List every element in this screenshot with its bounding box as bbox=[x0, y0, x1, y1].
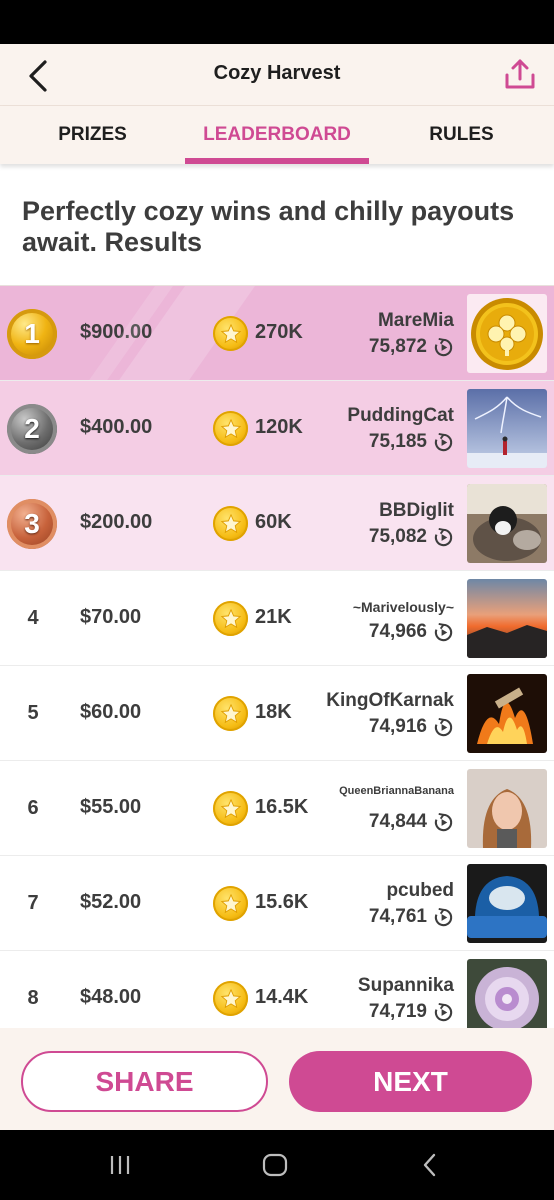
player-name: ~Marivelously~ bbox=[352, 599, 454, 615]
avatar[interactable] bbox=[467, 294, 547, 373]
coin-reward: 16.5K bbox=[255, 796, 309, 818]
gold-medal-icon: 1 bbox=[7, 309, 57, 359]
leaderboard-row[interactable]: 2 $400.00 120K PuddingCat 75,185 bbox=[0, 381, 554, 476]
player-name: PuddingCat bbox=[347, 405, 454, 426]
star-coin-icon bbox=[213, 791, 248, 826]
avatar[interactable] bbox=[467, 769, 547, 848]
coin-reward: 15.6K bbox=[255, 891, 309, 913]
active-tab-indicator bbox=[185, 158, 369, 164]
score-value: 74,719 bbox=[368, 1001, 427, 1022]
coin-reward: 120K bbox=[255, 416, 303, 438]
intro-text: Perfectly cozy wins and chilly payouts a… bbox=[22, 196, 515, 257]
system-nav-bar bbox=[0, 1130, 554, 1200]
player-name: pcubed bbox=[386, 880, 454, 901]
player-name: KingOfKarnak bbox=[326, 690, 454, 711]
score-value: 74,966 bbox=[368, 621, 427, 642]
next-button[interactable]: NEXT bbox=[289, 1051, 532, 1112]
replay-icon[interactable] bbox=[433, 337, 454, 358]
rank-number: 6 bbox=[27, 797, 39, 819]
prize-amount: $900.00 bbox=[80, 321, 153, 343]
prize-amount: $200.00 bbox=[80, 511, 153, 533]
tab-prizes[interactable]: PRIZES bbox=[0, 124, 185, 146]
player-name: Supannika bbox=[357, 975, 454, 996]
status-bar bbox=[0, 0, 554, 44]
star-coin-icon bbox=[213, 601, 248, 636]
avatar[interactable] bbox=[467, 389, 547, 468]
avatar[interactable] bbox=[467, 674, 547, 753]
prize-amount: $52.00 bbox=[80, 891, 142, 913]
replay-icon[interactable] bbox=[433, 1002, 454, 1023]
tab-leaderboard[interactable]: LEADERBOARD bbox=[185, 124, 369, 146]
tab-rules[interactable]: RULES bbox=[369, 124, 554, 146]
avatar[interactable] bbox=[467, 579, 547, 658]
rank-number: 5 bbox=[27, 702, 39, 724]
avatar[interactable] bbox=[467, 864, 547, 943]
silver-medal-icon: 2 bbox=[7, 404, 57, 454]
star-coin-icon bbox=[213, 506, 248, 541]
score-value: 74,761 bbox=[368, 906, 427, 927]
header: Cozy Harvest bbox=[0, 44, 554, 106]
recent-apps-icon[interactable] bbox=[100, 1150, 140, 1180]
replay-icon[interactable] bbox=[433, 717, 454, 738]
replay-icon[interactable] bbox=[433, 527, 454, 548]
coin-reward: 14.4K bbox=[255, 986, 309, 1008]
share-icon-button[interactable] bbox=[500, 54, 540, 94]
player-score: 74,916 bbox=[369, 716, 454, 738]
score-value: 75,185 bbox=[368, 431, 427, 452]
coin-reward: 21K bbox=[255, 606, 292, 628]
rank-number: 4 bbox=[27, 607, 39, 629]
coin-reward: 18K bbox=[255, 701, 292, 723]
player-score: 74,761 bbox=[369, 906, 454, 928]
prize-amount: $55.00 bbox=[80, 796, 142, 818]
player-score: 75,185 bbox=[369, 431, 454, 453]
rank-number: 7 bbox=[27, 892, 39, 914]
player-name: MareMia bbox=[377, 310, 454, 331]
score-value: 75,872 bbox=[368, 336, 427, 357]
score-value: 74,844 bbox=[368, 811, 427, 832]
home-icon[interactable] bbox=[255, 1150, 295, 1180]
leaderboard-row[interactable]: 3 $200.00 60K BBDiglit 75,082 bbox=[0, 476, 554, 571]
leaderboard-row[interactable]: 6 $55.00 16.5K QueenBriannaBanana 74,844 bbox=[0, 761, 554, 856]
star-coin-icon bbox=[213, 981, 248, 1016]
replay-icon[interactable] bbox=[433, 812, 454, 833]
replay-icon[interactable] bbox=[433, 622, 454, 643]
leaderboard-row[interactable]: 1 $900.00 270K MareMia 75,872 bbox=[0, 286, 554, 381]
leaderboard-row[interactable]: 7 $52.00 15.6K pcubed 74,761 bbox=[0, 856, 554, 951]
leaderboard-row[interactable]: 5 $60.00 18K KingOfKarnak 74,916 bbox=[0, 666, 554, 761]
bronze-medal-icon: 3 bbox=[7, 499, 57, 549]
prize-amount: $70.00 bbox=[80, 606, 142, 628]
avatar[interactable] bbox=[467, 484, 547, 563]
player-score: 74,719 bbox=[369, 1001, 454, 1023]
coin-reward: 270K bbox=[255, 321, 303, 343]
replay-icon[interactable] bbox=[433, 907, 454, 928]
prize-amount: $48.00 bbox=[80, 986, 142, 1008]
replay-icon[interactable] bbox=[433, 432, 454, 453]
share-upload-icon bbox=[505, 59, 535, 89]
player-score: 75,872 bbox=[369, 336, 454, 358]
star-coin-icon bbox=[213, 696, 248, 731]
star-coin-icon bbox=[213, 886, 248, 921]
player-score: 74,844 bbox=[369, 811, 454, 833]
score-value: 75,082 bbox=[368, 526, 427, 547]
player-name: QueenBriannaBanana bbox=[339, 785, 454, 797]
leaderboard-row[interactable]: 8 $48.00 14.4K Supannika 74,719 bbox=[0, 951, 554, 1028]
prize-amount: $400.00 bbox=[80, 416, 153, 438]
star-coin-icon bbox=[213, 411, 248, 446]
page-title: Cozy Harvest bbox=[213, 62, 341, 84]
avatar[interactable] bbox=[467, 959, 547, 1028]
score-value: 74,916 bbox=[368, 716, 427, 737]
footer-actions: SHARE NEXT bbox=[0, 1028, 554, 1130]
coin-reward: 60K bbox=[255, 511, 292, 533]
star-coin-icon bbox=[213, 316, 248, 351]
player-name: BBDiglit bbox=[379, 500, 454, 521]
prize-amount: $60.00 bbox=[80, 701, 142, 723]
player-score: 75,082 bbox=[369, 526, 454, 548]
leaderboard-list[interactable]: 1 $900.00 270K MareMia 75,872 2 $400.00 … bbox=[0, 286, 554, 1028]
player-score: 74,966 bbox=[369, 621, 454, 643]
share-button[interactable]: SHARE bbox=[21, 1051, 268, 1112]
tab-bar: PRIZES LEADERBOARD RULES bbox=[0, 106, 554, 164]
leaderboard-row[interactable]: 4 $70.00 21K ~Marivelously~ 74,966 bbox=[0, 571, 554, 666]
rank-number: 8 bbox=[27, 987, 39, 1009]
system-back-icon[interactable] bbox=[410, 1150, 450, 1180]
